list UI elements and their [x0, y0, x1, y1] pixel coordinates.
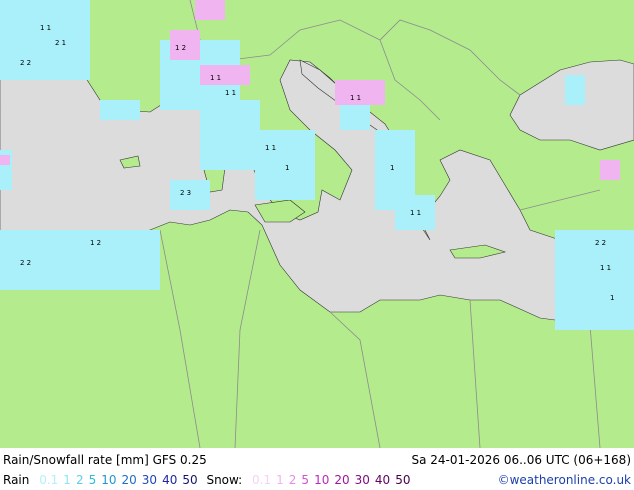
- svg-text:2 1: 2 1: [55, 39, 66, 47]
- rain-level: 1: [63, 473, 71, 487]
- snow-level: 2: [288, 473, 297, 487]
- svg-text:1: 1: [390, 164, 394, 172]
- svg-text:2 2: 2 2: [20, 259, 31, 267]
- legend-title-row: Rain/Snowfall rate [mm] GFS 0.25 Sa 24-0…: [3, 451, 631, 469]
- rain-level: 2: [75, 473, 84, 487]
- svg-text:1 2: 1 2: [175, 44, 186, 52]
- rain-level: 30: [141, 473, 158, 487]
- rain-legend-label: Rain: [3, 473, 30, 487]
- snow-level: 1: [276, 473, 284, 487]
- snow-legend-label: Snow:: [206, 473, 243, 487]
- snow-level: 20: [334, 473, 350, 487]
- rain-level: 0.1: [39, 473, 59, 487]
- rain-level: 10: [101, 473, 117, 487]
- snow-patch: [600, 160, 620, 180]
- precipitation-map: 1 1 2 1 2 2 1 2 1 1 1 1 1 1 1 2 3 2 2 1 …: [0, 0, 634, 448]
- svg-text:1: 1: [285, 164, 289, 172]
- svg-text:1 2: 1 2: [90, 239, 101, 247]
- svg-text:1 1: 1 1: [40, 24, 51, 32]
- svg-text:2 3: 2 3: [180, 189, 191, 197]
- svg-text:1 1: 1 1: [210, 74, 221, 82]
- rain-legend-levels: 0.1 1 2 5 10 20 30 40 50: [39, 473, 202, 487]
- snow-level: 50: [395, 473, 411, 487]
- svg-text:1: 1: [610, 294, 614, 302]
- rain-level: 40: [162, 473, 178, 487]
- scale-legend: Rain 0.1 1 2 5 10 20 30 40 50 Snow: 0.1 1 2 5 10 20 30…: [3, 471, 415, 489]
- rain-patch: [0, 0, 90, 80]
- rain-patch: [100, 100, 140, 120]
- snow-level: 40: [374, 473, 391, 487]
- svg-text:1 1: 1 1: [410, 209, 421, 217]
- snow-level: 5: [301, 473, 310, 487]
- snow-level: 30: [354, 473, 370, 487]
- rain-patch: [565, 75, 585, 105]
- rain-patch: [200, 100, 260, 170]
- snow-legend-levels: 0.1 1 2 5 10 20 30 40 50: [252, 473, 415, 487]
- snow-level: 10: [314, 473, 330, 487]
- snow-patch: [0, 155, 10, 165]
- credit-link[interactable]: ©weatheronline.co.uk: [498, 471, 631, 489]
- svg-text:1 1: 1 1: [225, 89, 236, 97]
- map-title: Rain/Snowfall rate [mm] GFS 0.25: [3, 453, 207, 467]
- rain-level: 50: [182, 473, 198, 487]
- rain-level: 5: [88, 473, 97, 487]
- snow-patch: [195, 0, 225, 20]
- svg-text:2 2: 2 2: [595, 239, 606, 247]
- svg-text:1 1: 1 1: [600, 264, 611, 272]
- valid-time: Sa 24-01-2026 06..06 UTC (06+168): [411, 453, 631, 467]
- svg-text:1 1: 1 1: [265, 144, 276, 152]
- svg-text:1 1: 1 1: [350, 94, 361, 102]
- legend-scale-row: Rain 0.1 1 2 5 10 20 30 40 50 Snow: 0.1 1 2 5 10 20 30…: [3, 471, 631, 489]
- svg-text:2 2: 2 2: [20, 59, 31, 67]
- rain-level: 20: [121, 473, 137, 487]
- snow-patch: [200, 65, 250, 85]
- snow-level: 0.1: [252, 473, 272, 487]
- legend-bar: Rain/Snowfall rate [mm] GFS 0.25 Sa 24-0…: [0, 448, 634, 490]
